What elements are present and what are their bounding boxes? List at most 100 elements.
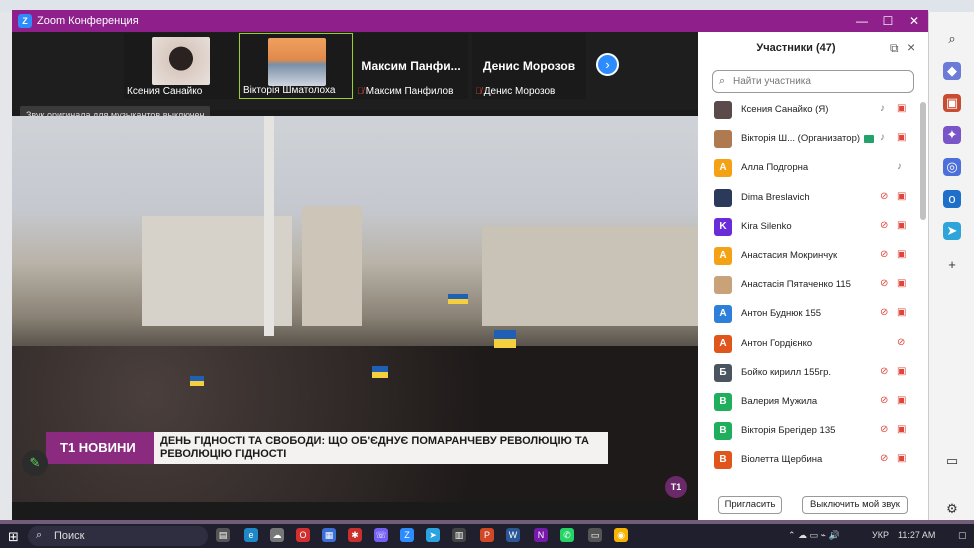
games-icon[interactable]: ✦ [943, 126, 961, 144]
participant-name-text: Антон Гордієнко [741, 337, 813, 349]
participant-row[interactable]: А Антон Гордієнко ⊘ [698, 330, 920, 359]
participant-row[interactable]: Ксения Санайко (Я) ♪ ▣ [698, 96, 920, 125]
zoom-icon[interactable]: Z [400, 528, 414, 542]
language-indicator[interactable]: УКР [872, 530, 889, 540]
participant-row[interactable]: А Анастасия Мокринчук ⊘ ▣ [698, 242, 920, 271]
participant-name-text: Вікторія Ш... (Организатор) [741, 133, 861, 145]
close-window-button[interactable]: ✕ [900, 12, 928, 30]
search-placeholder: Найти участника [733, 76, 811, 87]
participant-name: Алла Подгорна [741, 162, 808, 173]
add-icon[interactable]: + [943, 256, 961, 274]
send-icon[interactable]: ➤ [943, 222, 961, 240]
muted-mic-icon: 🎙̸ [475, 86, 482, 96]
video-tile[interactable]: Максим Панфи... 🎙̸ Максим Панфилов [354, 33, 468, 99]
avatar: А [714, 334, 732, 353]
edge-icon[interactable]: e [244, 528, 258, 542]
onenote-icon[interactable]: N [534, 528, 548, 542]
mic-muted-icon: ⊘ [880, 249, 889, 260]
minimize-button[interactable]: — [848, 12, 876, 30]
participant-name-text: Алла Подгорна [741, 162, 809, 174]
zoom-window: Z Zoom Конференция — ☐ ✕ Ксения Санайко … [12, 10, 928, 520]
building [482, 226, 698, 326]
viber-icon[interactable]: ☏ [374, 528, 388, 542]
opera-icon[interactable]: O [296, 528, 310, 542]
window-title: Zoom Конференция [37, 15, 139, 27]
participant-row[interactable]: В Віолетта Щербина ⊘ ▣ [698, 446, 920, 475]
search-icon[interactable]: ⌕ [943, 30, 961, 48]
app-icon[interactable]: ✱ [348, 528, 362, 542]
next-page-button[interactable]: › [596, 53, 619, 76]
whatsapp-icon[interactable]: ✆ [560, 528, 574, 542]
word-icon[interactable]: W [506, 528, 520, 542]
store-icon[interactable]: ▦ [322, 528, 336, 542]
tag-icon[interactable]: ◆ [943, 62, 961, 80]
participant-row[interactable]: А Антон Буднюк 155 ⊘ ▣ [698, 300, 920, 329]
participant-search-input[interactable]: ⌕ Найти участника [712, 70, 914, 93]
monument-column [264, 116, 274, 336]
chevron-right-icon: › [605, 57, 610, 72]
copilot-icon[interactable]: ◎ [943, 158, 961, 176]
camera-off-icon: ▣ [897, 395, 907, 406]
annotate-pen-button[interactable]: ✎ [22, 450, 48, 476]
participant-row[interactable]: В Вікторія Брегідер 135 ⊘ ▣ [698, 417, 920, 446]
search-icon: ⌕ [719, 75, 726, 87]
participant-row[interactable]: Dima Breslavich ⊘ ▣ [698, 184, 920, 213]
app-icon[interactable]: ▭ [588, 528, 602, 542]
participant-name-text: Анастасия Мокринчук [741, 250, 838, 261]
video-tile[interactable]: Ксения Санайко [124, 33, 238, 99]
shared-video: Т1 НОВИНИ ДЕНЬ ГІДНОСТІ ТА СВОБОДИ: ЩО О… [12, 116, 698, 502]
background-left-strip [0, 12, 12, 520]
tile-name: Максим Панфилов [365, 86, 454, 97]
settings-icon[interactable]: ⚙ [943, 500, 961, 518]
participant-row[interactable]: Б Бойко кирилл 155гр. ⊘ ▣ [698, 359, 920, 388]
participant-name-text: Анастасія Пятаченко 115 [741, 279, 851, 291]
video-tile[interactable]: Денис Морозов 🎙̸ Денис Морозов [472, 33, 586, 99]
participant-row[interactable]: Вікторія Ш... (Организатор) ♪ ▣ [698, 125, 920, 154]
participant-photo [152, 37, 210, 85]
chrome-icon[interactable]: ◉ [614, 528, 628, 542]
participant-row[interactable]: Анастасія Пятаченко 115 ⊘ ▣ [698, 271, 920, 300]
video-tile-active[interactable]: Вікторія Шматолоха [239, 33, 353, 99]
outlook-icon[interactable]: o [943, 190, 961, 208]
calculator-icon[interactable]: ▥ [452, 528, 466, 542]
popout-icon[interactable]: ⧉ [890, 41, 899, 56]
notification-icon[interactable]: ▢ [958, 530, 967, 541]
maximize-button[interactable]: ☐ [874, 12, 902, 30]
search-icon: ⌕ [36, 529, 43, 541]
participant-list-scrollbar[interactable] [920, 102, 926, 220]
invite-button[interactable]: Пригласить [718, 496, 782, 514]
ticker-brand: Т1 НОВИНИ [46, 432, 154, 464]
participants-panel: Участники (47) ⧉ × ⌕ Найти участника Ксе… [698, 32, 928, 520]
task-view-icon[interactable]: ▤ [216, 528, 230, 542]
participant-row[interactable]: K Kira Silenko ⊘ ▣ [698, 213, 920, 242]
camera-off-icon: ▣ [897, 249, 907, 260]
cloud-app-icon[interactable]: ☁ [270, 528, 284, 542]
telegram-icon[interactable]: ➤ [426, 528, 440, 542]
tile-name-row: 🎙̸ Максим Панфилов [357, 86, 453, 97]
participant-name: Вікторія Брегідер 135 [741, 425, 835, 436]
avatar [714, 101, 732, 119]
mic-muted-icon: ⊘ [880, 453, 889, 465]
windows-start-icon[interactable]: ⊞ [8, 529, 19, 545]
briefcase-icon[interactable]: ▣ [943, 94, 961, 112]
title-bar: Z Zoom Конференция — ☐ ✕ [12, 10, 928, 32]
flag [494, 330, 516, 348]
taskbar-search[interactable]: ⌕ Поиск [28, 526, 208, 546]
participant-row[interactable]: В Валерия Мужила ⊘ ▣ [698, 388, 920, 417]
avatar: Б [714, 363, 732, 382]
clock[interactable]: 11:27 AM [898, 530, 935, 540]
mic-muted-icon: ⊘ [880, 190, 889, 202]
taskbar: ⊞ ⌕ Поиск ▤ e ☁ O ▦ ✱ ☏ Z ➤ ▥ P W N ✆ ▭ … [0, 524, 974, 548]
mute-me-button[interactable]: Выключить мой звук [802, 496, 908, 514]
participant-name-text: Валерия Мужила [741, 396, 818, 407]
tray-icons[interactable]: ⌃ ☁ ▭ ⌁ 🔊 [788, 530, 840, 541]
participant-row[interactable]: А Алла Подгорна ♪ [698, 154, 920, 183]
camera-off-icon: ▣ [897, 278, 907, 290]
camera-off-icon: ▣ [897, 453, 907, 465]
participant-name: Kira Silenko [741, 221, 792, 232]
panel-icon[interactable]: ▭ [943, 452, 961, 470]
mic-muted-icon: ⊘ [880, 365, 889, 377]
close-panel-button[interactable]: × [907, 39, 915, 55]
tile-name: Денис Морозов [483, 86, 556, 97]
powerpoint-icon[interactable]: P [480, 528, 494, 542]
